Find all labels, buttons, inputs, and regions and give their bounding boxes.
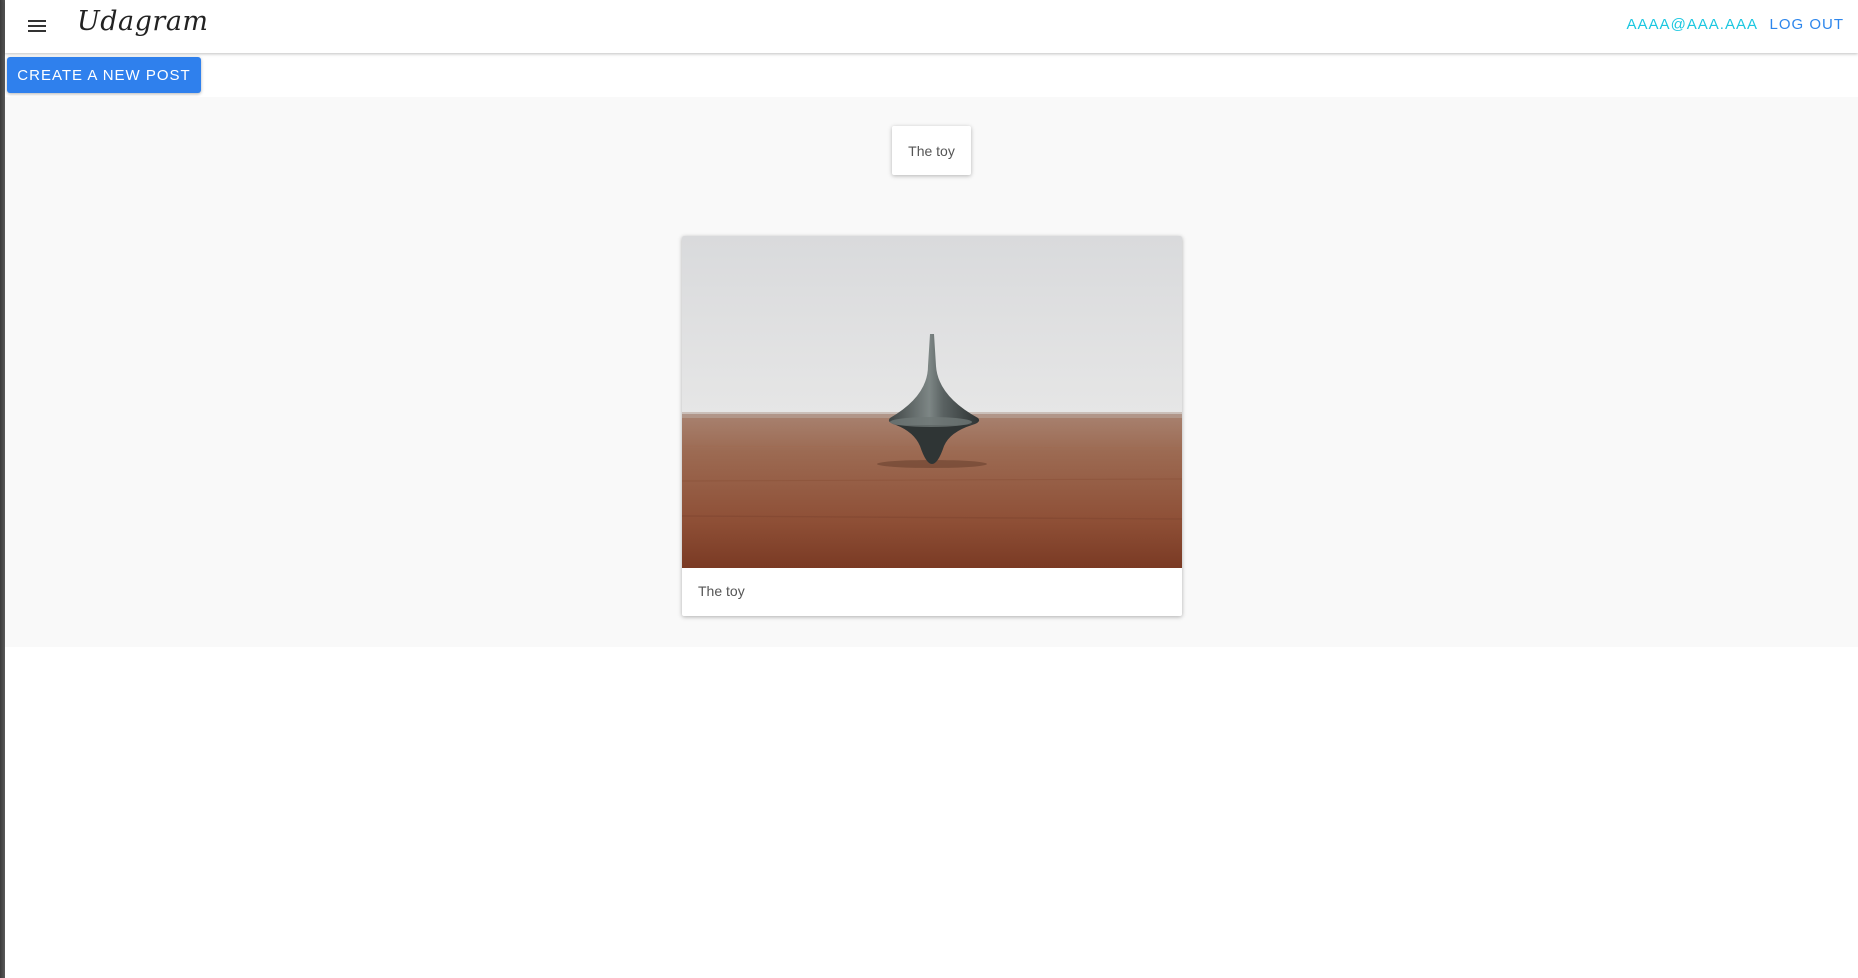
post-card[interactable]: The toy <box>682 236 1182 616</box>
brand-logo[interactable]: Udagram <box>77 6 209 37</box>
menu-button[interactable] <box>17 9 57 43</box>
top-bar: Udagram AAAA@AAA.AAA LOG OUT <box>5 0 1858 53</box>
create-post-button[interactable]: CREATE A NEW POST <box>7 57 201 93</box>
user-email-link[interactable]: AAAA@AAA.AAA <box>1627 16 1758 33</box>
feed: The toy The toy <box>5 97 1858 647</box>
spinning-top-photo <box>682 236 1182 568</box>
post-caption: The toy <box>698 583 745 599</box>
logout-button[interactable]: LOG OUT <box>1769 16 1844 33</box>
app-root: Udagram AAAA@AAA.AAA LOG OUT CREATE A NE… <box>5 0 1858 978</box>
hamburger-icon <box>28 20 46 32</box>
filter-tag-chip[interactable]: The toy <box>892 126 971 175</box>
